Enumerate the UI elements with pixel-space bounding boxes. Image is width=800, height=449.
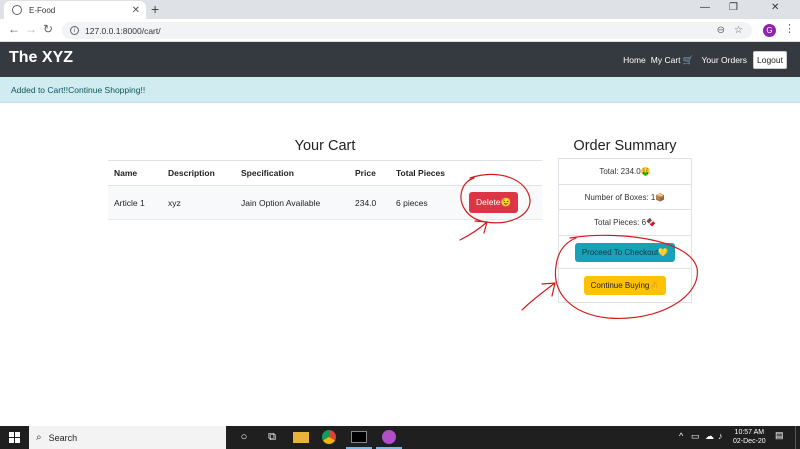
continue-buying-button[interactable]: Continue Buying👌 bbox=[583, 276, 667, 295]
site-navbar: The XYZ Home My Cart 🛒 Your Orders Logou… bbox=[0, 42, 800, 77]
notification-icon[interactable]: ▤ bbox=[775, 430, 784, 441]
search-icon: ⌕ bbox=[36, 432, 42, 443]
delete-button[interactable]: Delete😉 bbox=[469, 192, 519, 213]
col-actions bbox=[463, 160, 542, 186]
address-bar[interactable]: i 127.0.0.1:8000/cart/ ⊖ ☆ bbox=[62, 22, 752, 39]
item-description: xyz bbox=[162, 185, 235, 220]
taskbar-search-label: Search bbox=[48, 432, 78, 443]
table-row: Article 1 xyz Jain Option Available 234.… bbox=[108, 185, 542, 220]
forward-icon[interactable]: → bbox=[25, 23, 37, 36]
item-specification: Jain Option Available bbox=[235, 185, 349, 220]
delete-arrow-mark bbox=[459, 220, 488, 241]
nav-cart-link[interactable]: My Cart 🛒 bbox=[651, 55, 694, 66]
logout-button[interactable]: Logout bbox=[753, 51, 787, 69]
checkout-row: Proceed To Checkout💛 bbox=[559, 236, 691, 269]
windows-taskbar: ⌕ Search ○ ⧉ ^ ▭ ☁ ♪ 10:57 AM 02-Dec-20 … bbox=[0, 426, 800, 449]
info-icon[interactable]: i bbox=[70, 26, 79, 35]
clock-date: 02-Dec-20 bbox=[733, 438, 766, 445]
task-view-icon[interactable]: ⧉ bbox=[264, 430, 280, 445]
windows-start-icon[interactable] bbox=[9, 432, 20, 443]
col-price: Price bbox=[349, 160, 390, 186]
menu-icon[interactable]: ⋮ bbox=[784, 22, 795, 35]
summary-pieces: Total Pieces: 6🍫 bbox=[559, 210, 691, 236]
cart-title: Your Cart bbox=[294, 138, 356, 154]
nav-links: Home My Cart 🛒 Your Orders Logout bbox=[618, 51, 787, 69]
order-summary-card: Total: 234.0🤑 Number of Boxes: 1📦 Total … bbox=[558, 158, 692, 303]
col-total-pieces: Total Pieces bbox=[390, 160, 463, 186]
globe-icon bbox=[12, 5, 22, 15]
chrome-profile-icon[interactable] bbox=[382, 430, 396, 444]
col-description: Description bbox=[162, 160, 235, 186]
order-summary-title: Order Summary bbox=[573, 138, 677, 154]
item-name: Article 1 bbox=[108, 185, 162, 220]
restore-icon[interactable]: ❐ bbox=[729, 2, 738, 13]
summary-arrow-mark bbox=[521, 282, 556, 311]
reload-icon[interactable]: ↻ bbox=[43, 23, 53, 36]
item-pieces: 6 pieces bbox=[390, 185, 463, 220]
info-alert: Added to Cart!!Continue Shopping!! bbox=[0, 77, 800, 103]
cart-header-row: Name Description Specification Price Tot… bbox=[108, 160, 542, 186]
cortana-icon[interactable]: ○ bbox=[236, 430, 252, 445]
terminal-icon[interactable] bbox=[351, 431, 367, 443]
bookmark-star-icon[interactable]: ☆ bbox=[734, 25, 743, 36]
summary-boxes: Number of Boxes: 1📦 bbox=[559, 185, 691, 210]
volume-icon[interactable]: ♪ bbox=[718, 431, 723, 441]
profile-avatar[interactable]: G bbox=[763, 24, 776, 37]
tab-title: E-Food bbox=[29, 5, 56, 15]
show-desktop-button[interactable] bbox=[795, 426, 796, 449]
close-tab-icon[interactable]: ✕ bbox=[132, 5, 140, 16]
item-actions: Delete😉 bbox=[463, 185, 542, 220]
cloud-icon[interactable]: ☁ bbox=[705, 431, 714, 442]
taskbar-clock[interactable]: 10:57 AM 02-Dec-20 bbox=[733, 428, 766, 446]
clock-time: 10:57 AM bbox=[734, 429, 765, 436]
zoom-icon[interactable]: ⊖ bbox=[717, 25, 725, 36]
new-tab-button[interactable]: + bbox=[151, 2, 159, 16]
col-specification: Specification bbox=[235, 160, 349, 186]
tray-chevron-icon[interactable]: ^ bbox=[679, 431, 683, 441]
back-icon[interactable]: ← bbox=[8, 23, 20, 36]
brand-logo[interactable]: The XYZ bbox=[9, 49, 73, 67]
browser-tabstrip: E-Food ✕ + — ❐ ✕ bbox=[0, 0, 800, 19]
proceed-to-checkout-button[interactable]: Proceed To Checkout💛 bbox=[574, 242, 676, 262]
network-icon[interactable]: ▭ bbox=[691, 431, 700, 442]
close-window-icon[interactable]: ✕ bbox=[771, 2, 779, 13]
browser-toolbar: ← → ↻ i 127.0.0.1:8000/cart/ ⊖ ☆ G ⋮ bbox=[0, 19, 800, 42]
cart-table: Name Description Specification Price Tot… bbox=[108, 160, 542, 220]
col-name: Name bbox=[108, 160, 162, 186]
browser-tab[interactable]: E-Food ✕ bbox=[4, 1, 146, 19]
continue-row: Continue Buying👌 bbox=[559, 269, 691, 302]
nav-orders-link[interactable]: Your Orders bbox=[701, 55, 747, 65]
file-explorer-icon[interactable] bbox=[293, 432, 309, 443]
summary-total: Total: 234.0🤑 bbox=[559, 159, 691, 185]
nav-home-link[interactable]: Home bbox=[623, 55, 646, 65]
minimize-icon[interactable]: — bbox=[700, 2, 710, 13]
url-text: 127.0.0.1:8000/cart/ bbox=[85, 25, 161, 36]
chrome-icon[interactable] bbox=[322, 430, 336, 444]
taskbar-search[interactable]: ⌕ Search bbox=[29, 426, 226, 449]
item-price: 234.0 bbox=[349, 185, 390, 220]
